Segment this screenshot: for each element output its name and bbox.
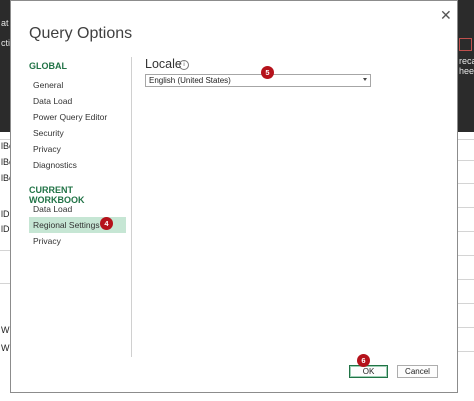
- grid-line: [0, 139, 10, 140]
- grid-line: [458, 303, 474, 304]
- nav-divider: [131, 57, 132, 357]
- close-icon[interactable]: ✕: [440, 7, 452, 24]
- dialog-title: Query Options: [29, 25, 133, 42]
- nav-item-privacy[interactable]: Privacy: [29, 141, 126, 157]
- grid-line: [0, 250, 10, 251]
- nav-header-global: GLOBAL: [29, 61, 67, 71]
- info-icon[interactable]: i: [179, 60, 189, 70]
- grid-line: [458, 327, 474, 328]
- ribbon-text-fragment: recast: [459, 56, 474, 66]
- ribbon-text-fragment: at: [1, 18, 9, 28]
- step-badge: 6: [357, 354, 370, 367]
- grid-line: [0, 283, 10, 284]
- ribbon-text-fragment: heet: [459, 66, 474, 76]
- ok-button[interactable]: OK: [349, 365, 388, 378]
- nav-item-diagnostics[interactable]: Diagnostics: [29, 157, 126, 173]
- grid-line: [458, 139, 474, 140]
- grid-line: [458, 207, 474, 208]
- step-badge: 5: [261, 66, 274, 79]
- locale-label: Locale: [145, 57, 182, 71]
- nav-item-workbook-data-load[interactable]: Data Load: [29, 201, 126, 217]
- ribbon-icon: [459, 38, 472, 51]
- grid-line: [458, 351, 474, 352]
- query-options-dialog: Query Options ✕ GLOBAL General Data Load…: [10, 0, 458, 393]
- locale-selected-value: English (United States): [149, 76, 231, 85]
- grid-line: [458, 160, 474, 161]
- chevron-down-icon: [363, 78, 367, 81]
- nav-item-data-load[interactable]: Data Load: [29, 93, 126, 109]
- grid-line: [458, 231, 474, 232]
- cell-text-fragment: W: [1, 343, 10, 353]
- cell-text-fragment: W: [1, 325, 10, 335]
- grid-line: [458, 183, 474, 184]
- worksheet-right-strip: [458, 132, 474, 401]
- ribbon-text-fragment: cti: [1, 38, 10, 48]
- grid-line: [458, 255, 474, 256]
- locale-dropdown[interactable]: English (United States): [145, 74, 371, 87]
- grid-line: [458, 279, 474, 280]
- nav-item-security[interactable]: Security: [29, 125, 126, 141]
- step-badge: 4: [100, 217, 113, 230]
- nav-item-workbook-privacy[interactable]: Privacy: [29, 233, 126, 249]
- cancel-button[interactable]: Cancel: [397, 365, 438, 378]
- nav-item-general[interactable]: General: [29, 77, 126, 93]
- nav-item-power-query-editor[interactable]: Power Query Editor: [29, 109, 126, 125]
